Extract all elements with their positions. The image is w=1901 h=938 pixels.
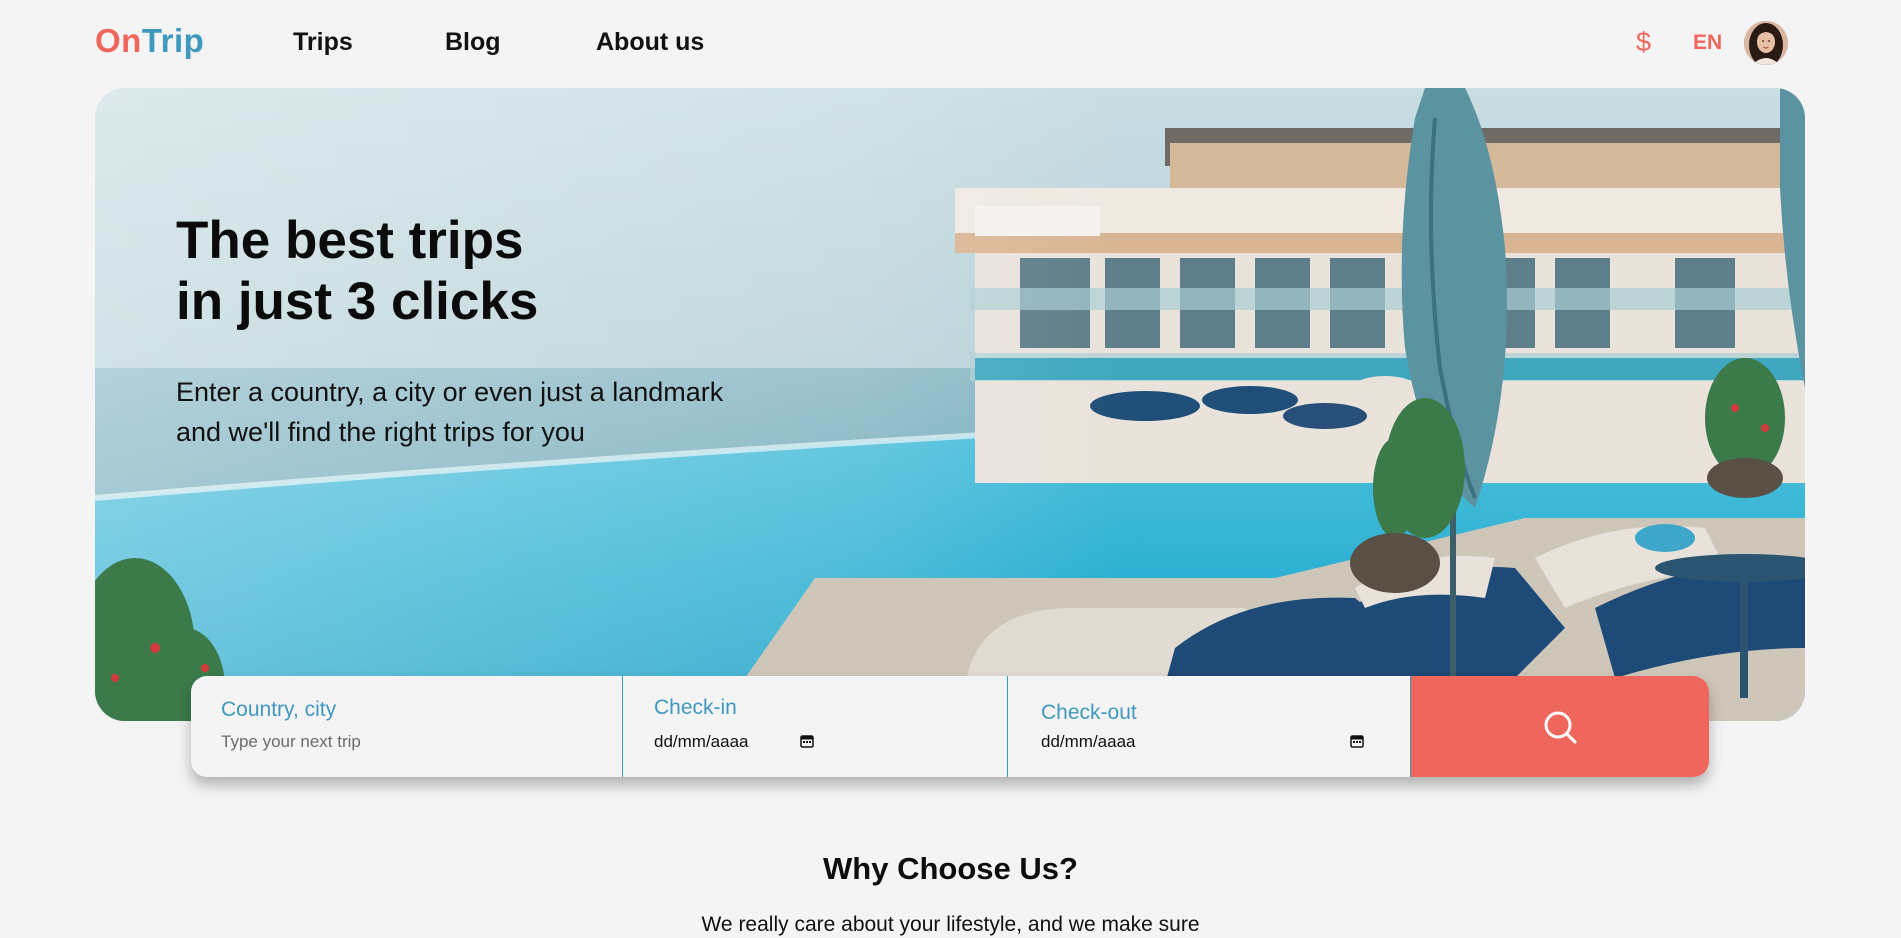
checkin-field: Check-in dd/mm/aaaa — [622, 676, 1007, 777]
destination-label: Country, city — [221, 698, 337, 721]
checkin-date-value: dd/mm/aaaa — [654, 732, 749, 751]
language-selector[interactable]: EN — [1693, 31, 1722, 55]
nav-trips[interactable]: Trips — [293, 28, 353, 57]
why-choose-us-title: Why Choose Us? — [823, 851, 1078, 886]
search-button[interactable] — [1410, 676, 1709, 777]
checkout-label: Check-out — [1041, 701, 1137, 724]
hero-subtitle: Enter a country, a city or even just a l… — [176, 372, 896, 452]
hero-title-line-1: The best trips — [176, 211, 524, 270]
logo-trip: Trip — [141, 22, 205, 59]
hero-subtitle-line-2: and we'll find the right trips for you — [176, 417, 585, 447]
avatar[interactable] — [1744, 21, 1788, 65]
hero-title: The best trips in just 3 clicks — [176, 210, 876, 332]
checkout-date-input[interactable]: dd/mm/aaaa — [1041, 732, 1364, 754]
trip-search-form: Country, city Check-in dd/mm/aaaa Check-… — [191, 676, 1709, 777]
logo-on: On — [95, 22, 142, 59]
why-choose-us-text: We really care about your lifestyle, and… — [701, 913, 1200, 936]
nav-about-us[interactable]: About us — [596, 28, 704, 57]
search-icon — [1544, 711, 1577, 744]
destination-input[interactable] — [221, 732, 601, 752]
calendar-icon[interactable] — [800, 734, 814, 748]
avatar-image — [1744, 21, 1788, 65]
checkin-label: Check-in — [654, 696, 737, 719]
checkout-field: Check-out dd/mm/aaaa — [1007, 676, 1410, 777]
currency-selector[interactable]: $ — [1636, 27, 1651, 58]
logo[interactable]: OnTrip — [95, 22, 204, 60]
destination-field: Country, city — [191, 676, 622, 777]
hero-subtitle-line-1: Enter a country, a city or even just a l… — [176, 377, 724, 407]
hero-banner: The best trips in just 3 clicks Enter a … — [95, 88, 1805, 721]
calendar-icon[interactable] — [1350, 734, 1364, 748]
checkout-date-value: dd/mm/aaaa — [1041, 732, 1136, 751]
checkin-date-input[interactable]: dd/mm/aaaa — [654, 732, 814, 754]
nav-blog[interactable]: Blog — [445, 28, 501, 57]
hero-title-line-2: in just 3 clicks — [176, 272, 539, 331]
